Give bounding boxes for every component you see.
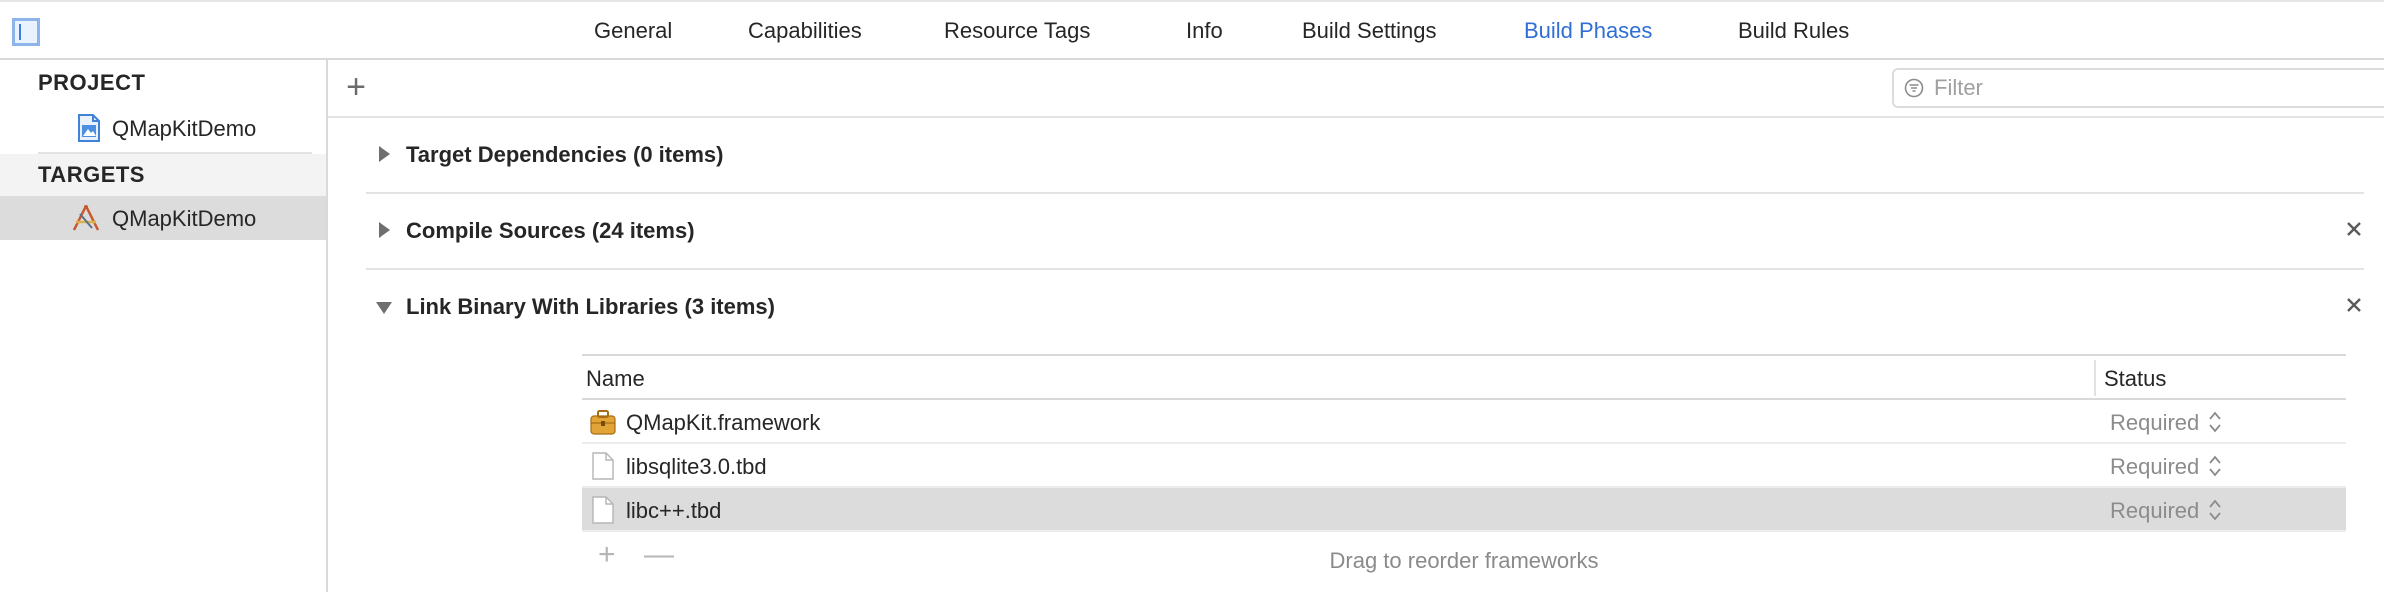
column-header-name[interactable]: Name: [586, 366, 645, 392]
sidebar-item-project[interactable]: QMapKitDemo: [0, 106, 326, 150]
chevron-up-down-icon[interactable]: [2208, 498, 2222, 522]
phases-toolbar: +: [328, 60, 2384, 118]
editor-tab-bar: General Capabilities Resource Tags Info …: [0, 0, 2384, 60]
filter-icon: [1904, 78, 1924, 98]
chevron-up-down-icon[interactable]: [2208, 454, 2222, 478]
library-name: libc++.tbd: [626, 498, 722, 523]
chevron-up-down-icon[interactable]: [2208, 410, 2222, 434]
library-name: QMapKit.framework: [626, 410, 821, 435]
project-file-icon: [78, 114, 100, 142]
phase-link-binary: Link Binary With Libraries (3 items): [366, 270, 2364, 346]
tab-general[interactable]: General: [594, 18, 672, 44]
project-section-header: PROJECT: [38, 70, 146, 95]
targets-section-header: TARGETS: [38, 162, 145, 187]
phase-title[interactable]: Target Dependencies (0 items): [406, 142, 723, 168]
add-phase-button[interactable]: +: [340, 70, 372, 104]
tab-build-rules[interactable]: Build Rules: [1738, 18, 1849, 44]
app-target-icon: [72, 205, 100, 231]
close-icon[interactable]: [2344, 294, 2364, 316]
library-status[interactable]: Required: [2110, 454, 2199, 480]
sidebar-item-label: QMapKitDemo: [112, 206, 257, 231]
sidebar-item-target[interactable]: QMapKitDemo: [0, 196, 326, 240]
libraries-footer: Drag to reorder frameworks + —: [582, 534, 2346, 582]
table-row[interactable]: libc++.tbd Required: [582, 488, 2346, 532]
phase-title[interactable]: Link Binary With Libraries (3 items): [406, 294, 775, 320]
library-status[interactable]: Required: [2110, 410, 2199, 436]
framework-icon: [590, 410, 616, 435]
project-target-sidebar: PROJECT QMapKitDemo TARGETS QMapKitDemo: [0, 60, 328, 592]
disclosure-expanded-icon[interactable]: [374, 300, 394, 316]
table-row[interactable]: QMapKit.framework Required: [582, 400, 2346, 444]
disclosure-collapsed-icon[interactable]: [376, 144, 392, 164]
close-icon[interactable]: [2344, 218, 2364, 240]
sidebar-item-label: QMapKitDemo: [112, 116, 257, 141]
column-header-status[interactable]: Status: [2104, 366, 2166, 392]
library-name: libsqlite3.0.tbd: [626, 454, 767, 479]
table-row[interactable]: libsqlite3.0.tbd Required: [582, 444, 2346, 488]
phase-target-dependencies: Target Dependencies (0 items): [366, 118, 2364, 194]
disclosure-collapsed-icon[interactable]: [376, 220, 392, 240]
phase-compile-sources: Compile Sources (24 items): [366, 194, 2364, 270]
tab-build-phases[interactable]: Build Phases: [1524, 18, 1652, 44]
tab-capabilities[interactable]: Capabilities: [748, 18, 862, 44]
add-library-button[interactable]: +: [598, 538, 616, 572]
remove-library-button[interactable]: —: [644, 538, 674, 572]
file-icon: [592, 452, 614, 480]
tab-info[interactable]: Info: [1186, 18, 1223, 44]
library-status[interactable]: Required: [2110, 498, 2199, 524]
navigator-toggle-icon[interactable]: [12, 18, 40, 46]
filter-input[interactable]: [1934, 74, 2334, 102]
reorder-hint: Drag to reorder frameworks: [1329, 548, 1599, 573]
tab-build-settings[interactable]: Build Settings: [1302, 18, 1437, 44]
phase-title[interactable]: Compile Sources (24 items): [406, 218, 695, 244]
tab-resource-tags[interactable]: Resource Tags: [944, 18, 1090, 44]
filter-field[interactable]: [1892, 68, 2384, 108]
file-icon: [592, 496, 614, 524]
table-header: Name Status: [582, 354, 2346, 400]
column-divider[interactable]: [2094, 360, 2096, 396]
